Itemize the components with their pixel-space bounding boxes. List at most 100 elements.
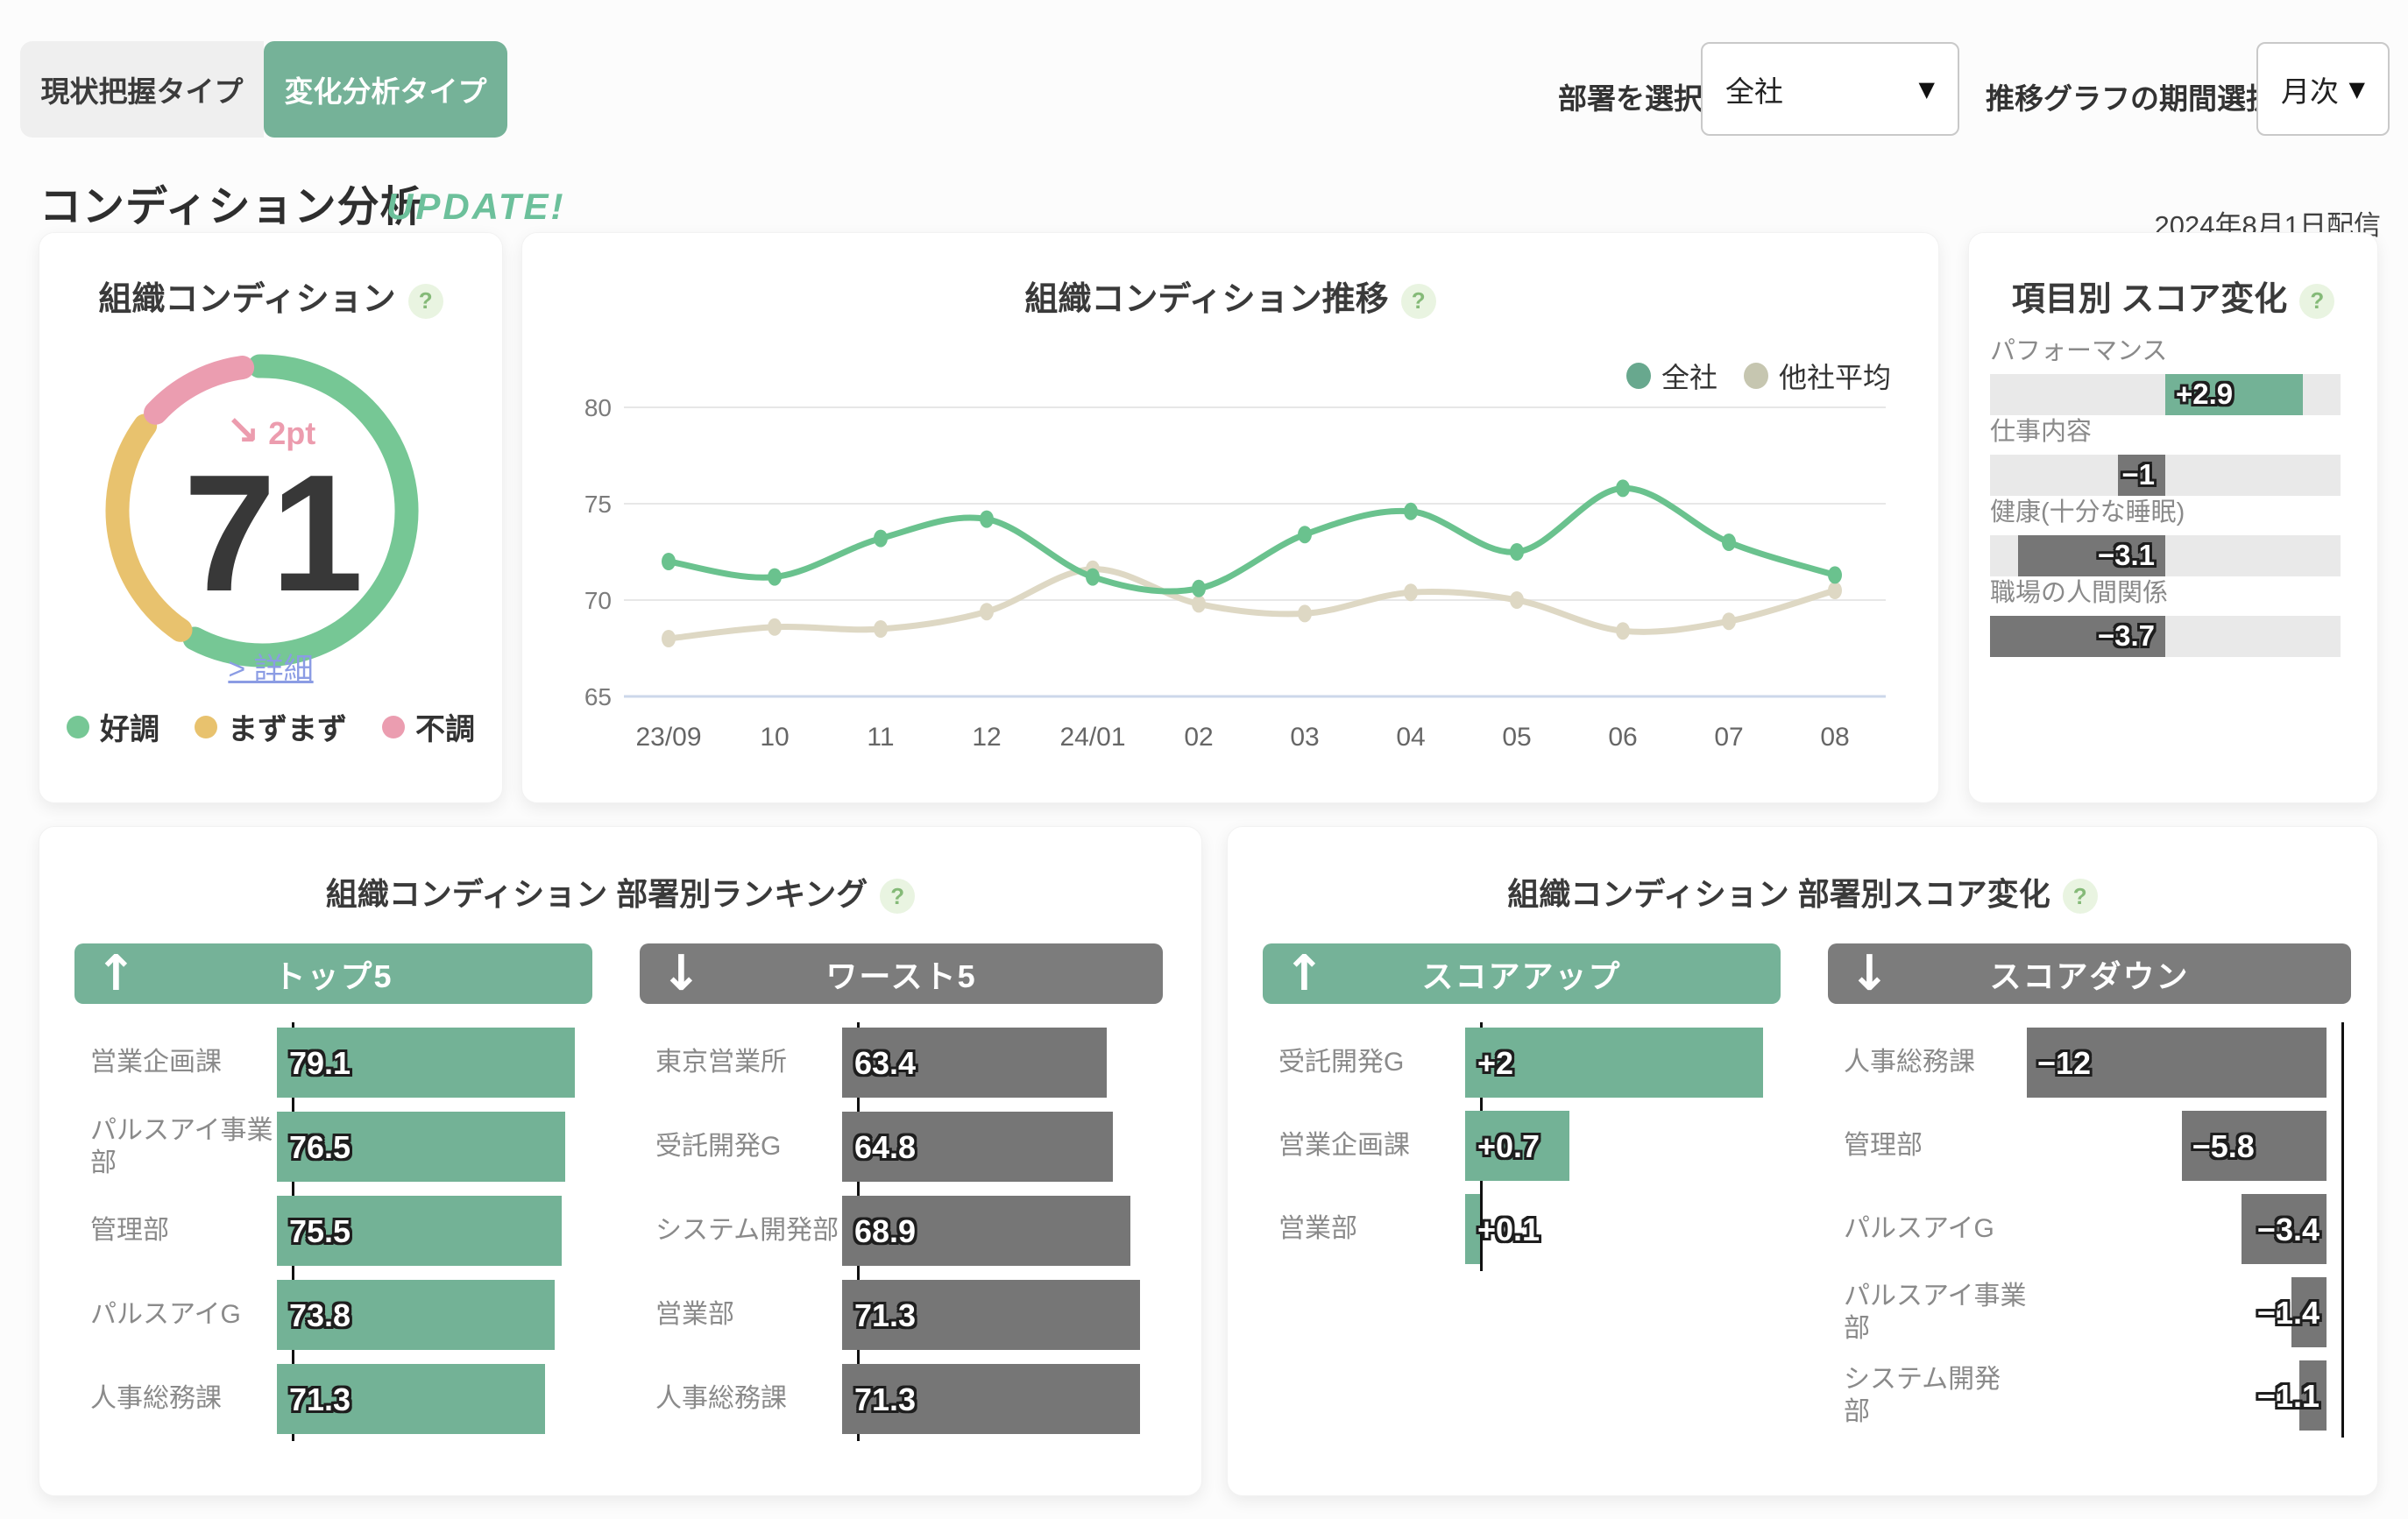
condition-score: 71 bbox=[39, 450, 502, 617]
bar-row-label: 人事総務課 bbox=[640, 1382, 842, 1416]
legend-item-不調: 不調 bbox=[382, 705, 475, 748]
data-point-全社 bbox=[662, 553, 676, 570]
y-tick-label: 65 bbox=[584, 683, 612, 710]
x-tick-label: 03 bbox=[1290, 723, 1319, 752]
bar-row: 営業部71.3 bbox=[640, 1280, 1163, 1350]
x-tick-label: 02 bbox=[1184, 723, 1213, 752]
tab-current-state[interactable]: 現状把握タイプ bbox=[20, 41, 264, 138]
analysis-type-tabs: 現状把握タイプ 変化分析タイプ bbox=[20, 41, 507, 138]
bar-row-label: パルスアイ事業部 bbox=[1828, 1280, 2027, 1346]
column-header-label: トップ5 bbox=[273, 951, 393, 997]
item-change-track: −3.1 bbox=[1990, 535, 2341, 576]
item-change-card-title-text: 項目別 スコア変化 bbox=[2012, 281, 2288, 318]
help-icon[interactable]: ? bbox=[880, 879, 915, 914]
item-change-value: −1 bbox=[2121, 458, 2155, 491]
bar-value-label: −12 bbox=[2037, 1045, 2091, 1082]
data-point-他社平均 bbox=[1298, 604, 1312, 622]
down-arrow-icon: ↓ bbox=[1849, 945, 1892, 1002]
help-icon[interactable]: ? bbox=[2063, 879, 2098, 914]
x-tick-label: 23/09 bbox=[635, 723, 701, 752]
bar-row: パルスアイG−3.4 bbox=[1828, 1194, 2351, 1264]
item-change-row: パフォーマンス+2.9 bbox=[1990, 330, 2341, 415]
x-tick-label: 04 bbox=[1396, 723, 1425, 752]
data-point-他社平均 bbox=[1616, 622, 1630, 639]
dept-select[interactable]: 全社 ▼ bbox=[1701, 42, 1959, 136]
item-change-track: −1 bbox=[1990, 455, 2341, 496]
item-change-card: 項目別 スコア変化? パフォーマンス+2.9仕事内容−1健康(十分な睡眠)−3.… bbox=[1968, 232, 2378, 803]
bar-value-label: 75.5 bbox=[289, 1213, 351, 1250]
x-tick-label: 07 bbox=[1714, 723, 1743, 752]
bar-row-label: パルスアイG bbox=[1828, 1212, 2027, 1246]
legend-item-まずまず: まずまず bbox=[195, 705, 347, 748]
y-tick-label: 70 bbox=[584, 587, 612, 614]
bar-value-label: −1.4 bbox=[2257, 1295, 2319, 1332]
bar-value-label: +2 bbox=[1477, 1045, 1513, 1082]
data-point-他社平均 bbox=[874, 620, 888, 638]
data-point-全社 bbox=[1298, 526, 1312, 543]
tab-change-analysis[interactable]: 変化分析タイプ bbox=[264, 41, 507, 138]
bar-row: 東京営業所63.4 bbox=[640, 1028, 1163, 1098]
bar-value-label: −5.8 bbox=[2192, 1128, 2255, 1165]
data-point-全社 bbox=[1404, 503, 1418, 520]
bar-row: システム開発部68.9 bbox=[640, 1196, 1163, 1266]
bar-area: 68.9 bbox=[842, 1196, 1140, 1266]
bar-row-label: パルスアイG bbox=[74, 1298, 277, 1332]
bar-value-label: 79.1 bbox=[289, 1045, 351, 1082]
bar-area: −1.1 bbox=[2027, 1360, 2327, 1431]
period-select-label: 推移グラフの期間選択 bbox=[1986, 75, 2275, 117]
x-tick-label: 12 bbox=[972, 723, 1001, 752]
bar-row-label: 受託開発G bbox=[640, 1130, 842, 1163]
trend-card: 組織コンディション推移? 全社他社平均 8075706523/091011122… bbox=[521, 232, 1939, 803]
down-arrow-icon: ↓ bbox=[661, 945, 704, 1002]
ranking-worst5-column: ↓ワースト5東京営業所63.4受託開発G64.8システム開発部68.9営業部71… bbox=[640, 943, 1163, 1434]
bar-area: 71.3 bbox=[842, 1364, 1140, 1434]
item-change-track: +2.9 bbox=[1990, 374, 2341, 415]
x-tick-label: 08 bbox=[1820, 723, 1849, 752]
bar-area: 79.1 bbox=[277, 1028, 575, 1098]
period-select[interactable]: 月次 ▼ bbox=[2256, 42, 2390, 136]
bar-row-label: 営業部 bbox=[640, 1298, 842, 1332]
bar-value-label: −1.1 bbox=[2257, 1378, 2319, 1415]
legend-dot-icon bbox=[195, 716, 217, 738]
bar-value-label: 71.3 bbox=[289, 1381, 351, 1418]
bar-row-label: 営業企画課 bbox=[1263, 1129, 1465, 1162]
bar-row: システム開発部 −1.1 bbox=[1828, 1360, 2351, 1431]
bar-area: 71.3 bbox=[842, 1280, 1140, 1350]
data-point-全社 bbox=[1828, 566, 1842, 583]
page-title: コンディション分析 bbox=[39, 172, 423, 233]
ranking-card-title-text: 組織コンディション 部署別ランキング bbox=[326, 876, 868, 912]
bar-row: 人事総務課 71.3 bbox=[640, 1364, 1163, 1434]
data-point-他社平均 bbox=[980, 603, 994, 620]
bar-area: −5.8 bbox=[2027, 1111, 2327, 1181]
bar-row-label: 人事総務課 bbox=[74, 1382, 277, 1416]
bar-row-label: システム開発部 bbox=[1828, 1363, 2027, 1429]
data-point-他社平均 bbox=[1404, 583, 1418, 601]
dept-change-card: 組織コンディション 部署別スコア変化? ↑スコアアップ受託開発G+2営業企画課+… bbox=[1227, 826, 2378, 1496]
bar-row: 人事総務課 71.3 bbox=[74, 1364, 592, 1434]
data-point-全社 bbox=[1086, 569, 1100, 586]
bar-row: 営業企画課+0.7 bbox=[1263, 1111, 1781, 1181]
data-point-全社 bbox=[1616, 479, 1630, 497]
item-change-track: −3.7 bbox=[1990, 616, 2341, 657]
item-change-value: −3.7 bbox=[2098, 619, 2155, 653]
legend-item-好調: 好調 bbox=[67, 705, 159, 748]
data-point-他社平均 bbox=[1192, 595, 1206, 612]
bar-row-label: 管理部 bbox=[1828, 1129, 2027, 1162]
condition-legend: 好調まずまず不調 bbox=[39, 705, 502, 748]
detail-link[interactable]: > 詳細 bbox=[39, 645, 502, 688]
item-change-label: 仕事内容 bbox=[1990, 411, 2341, 448]
bar-area: 73.8 bbox=[277, 1280, 575, 1350]
bar-value-label: 64.8 bbox=[854, 1129, 916, 1166]
item-change-row: 職場の人間関係−3.7 bbox=[1990, 572, 2341, 657]
condition-card: 組織コンディション? ↘ 2pt 71 > 詳細 好調まずまず不調 bbox=[39, 232, 503, 803]
chevron-down-icon: ▼ bbox=[2349, 77, 2365, 102]
help-icon[interactable]: ? bbox=[2299, 284, 2334, 319]
column-header: ↑スコアアップ bbox=[1263, 943, 1781, 1004]
bar-value-label: +0.1 bbox=[1477, 1212, 1540, 1248]
bar-value-label: 71.3 bbox=[854, 1381, 916, 1418]
column-rows: 受託開発G+2営業企画課+0.7営業部+0.1 bbox=[1263, 1028, 1781, 1264]
dept-change-card-title-text: 組織コンディション 部署別スコア変化 bbox=[1507, 876, 2050, 912]
chevron-down-icon: ▼ bbox=[1919, 77, 1935, 102]
data-point-全社 bbox=[768, 569, 782, 586]
bar-area: +0.7 bbox=[1465, 1111, 1763, 1181]
